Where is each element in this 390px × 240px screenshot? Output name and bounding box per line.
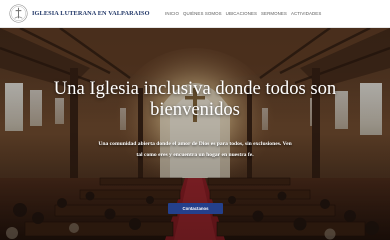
nav-item-sermones[interactable]: SERMONES <box>261 11 287 16</box>
nav-item-quienes-somos[interactable]: QUIÉNES SOMOS <box>183 11 222 16</box>
hero-section: Una Iglesia inclusiva donde todos son bi… <box>0 28 390 240</box>
nav-item-ubicaciones[interactable]: UBICACIONES <box>226 11 257 16</box>
nav-item-inicio[interactable]: INICIO <box>165 11 179 16</box>
contact-button[interactable]: Contactanos <box>168 203 223 214</box>
page: IGLESIA LUTERANA EN VALPARAISO INICIO QU… <box>0 0 390 240</box>
hero-subtitle: Una comunidad abierta donde el amor de D… <box>98 141 292 158</box>
hero-title: Una Iglesia inclusiva donde todos son bi… <box>53 78 337 120</box>
nav-item-actividades[interactable]: ACTIVIDADES <box>291 11 321 16</box>
site-title[interactable]: IGLESIA LUTERANA EN VALPARAISO <box>32 10 150 17</box>
church-seal-logo[interactable] <box>9 4 28 23</box>
site-header: IGLESIA LUTERANA EN VALPARAISO INICIO QU… <box>0 0 390 28</box>
main-nav: INICIO QUIÉNES SOMOS UBICACIONES SERMONE… <box>165 11 321 16</box>
